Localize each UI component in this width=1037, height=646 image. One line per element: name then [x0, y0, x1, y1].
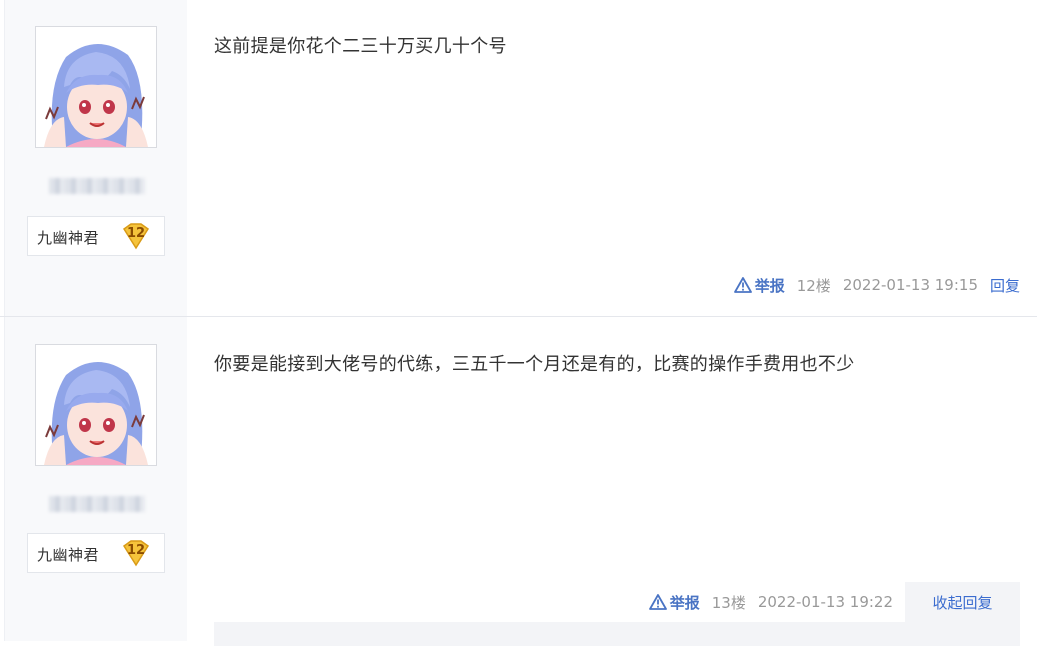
avatar[interactable] [35, 26, 157, 148]
user-title-badge[interactable]: 九幽神君 12 [27, 533, 165, 573]
warning-triangle-icon [733, 277, 752, 293]
post-12: 九幽神君 12 这前提是你花个二三十万买几十个号 举报 12楼 2022-01-… [0, 0, 1037, 317]
report-button[interactable]: 举报 [648, 592, 700, 613]
report-button[interactable]: 举报 [733, 275, 785, 296]
user-title-badge[interactable]: 九幽神君 12 [27, 216, 165, 256]
badge-name: 九幽神君 [37, 229, 100, 247]
level-number: 12 [126, 226, 146, 241]
level-badge: 12 [121, 221, 151, 251]
warning-triangle-icon [648, 594, 667, 610]
reply-link[interactable]: 回复 [990, 275, 1020, 296]
author-sidebar: 九幽神君 12 [4, 317, 187, 641]
report-label: 举报 [669, 593, 700, 612]
post-time: 2022-01-13 19:22 [757, 593, 893, 611]
username-blurred[interactable] [49, 178, 145, 194]
sub-replies-area [214, 622, 1020, 646]
collapse-replies-label: 收起回复 [932, 593, 993, 612]
floor-number: 12楼 [796, 276, 831, 295]
level-number: 12 [126, 543, 146, 558]
post-content: 这前提是你花个二三十万买几十个号 [214, 36, 507, 57]
post-footer: 举报 13楼 2022-01-13 19:22 收起回复 [648, 582, 1020, 622]
level-badge: 12 [121, 538, 151, 568]
post-13: 九幽神君 12 你要是能接到大佬号的代练，三五千一个月还是有的，比赛的操作手费用… [0, 317, 1037, 646]
post-footer: 举报 12楼 2022-01-13 19:15 回复 [733, 274, 1020, 296]
floor-number: 13楼 [711, 593, 746, 612]
author-sidebar: 九幽神君 12 [4, 0, 187, 316]
badge-name: 九幽神君 [37, 546, 100, 564]
post-time: 2022-01-13 19:15 [842, 276, 978, 294]
report-label: 举报 [754, 276, 785, 295]
post-content: 你要是能接到大佬号的代练，三五千一个月还是有的，比赛的操作手费用也不少 [214, 354, 855, 375]
avatar-image [36, 27, 156, 147]
username-blurred[interactable] [49, 496, 145, 512]
avatar-image [36, 345, 156, 465]
collapse-replies-button[interactable]: 收起回复 [905, 582, 1020, 622]
avatar[interactable] [35, 344, 157, 466]
